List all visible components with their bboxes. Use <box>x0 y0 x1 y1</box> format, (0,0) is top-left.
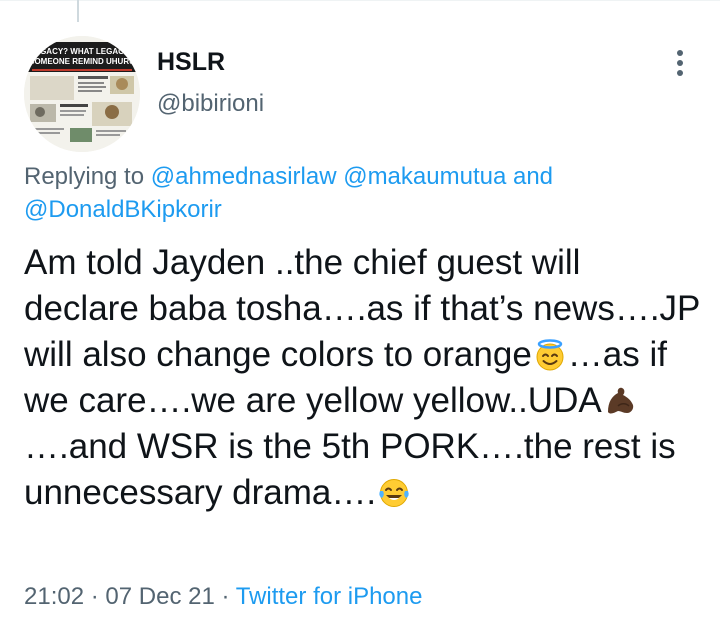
avatar-headline-1: LEGACY? WHAT LEGACY? <box>30 47 134 56</box>
face-with-tears-of-joy-icon <box>377 476 411 510</box>
mention-link[interactable]: @makaumutua <box>343 163 506 190</box>
replying-to: Replying to @ahmednasirlaw @makaumutua a… <box>24 160 694 226</box>
flexed-biceps-dark-skin-icon <box>603 384 637 418</box>
replying-to-label: Replying to <box>24 163 145 190</box>
mention-link[interactable]: @ahmednasirlaw <box>151 163 337 190</box>
tweet-source-link[interactable]: Twitter for iPhone <box>236 583 423 610</box>
top-divider <box>0 0 720 1</box>
tweet-text-part: ….and WSR is the 5th PORK….the rest is u… <box>24 427 676 512</box>
tweet-date[interactable]: 07 Dec 21 <box>105 583 214 610</box>
author-handle[interactable]: @bibirioni <box>157 90 264 118</box>
author-name[interactable]: HSLR <box>157 48 225 77</box>
avatar-headline-2: SOMEONE REMIND UHURU <box>29 57 135 66</box>
tweet-meta: 21:02 · 07 Dec 21 · Twitter for iPhone <box>24 583 422 611</box>
smiling-face-with-halo-icon <box>533 338 567 372</box>
more-options-button[interactable] <box>665 47 695 81</box>
mention-link[interactable]: @DonaldBKipkorir <box>24 196 222 223</box>
meta-separator: · <box>90 583 99 610</box>
meta-separator: · <box>221 583 230 610</box>
tweet-time[interactable]: 21:02 <box>24 583 84 610</box>
tweet-text: Am told Jayden ..the chief guest will de… <box>24 240 704 516</box>
avatar[interactable]: LEGACY? WHAT LEGACY? SOMEONE REMIND UHUR… <box>24 36 140 152</box>
thread-connector-line <box>77 0 79 22</box>
more-vertical-icon <box>677 50 683 76</box>
newspaper-collage-avatar-icon: LEGACY? WHAT LEGACY? SOMEONE REMIND UHUR… <box>24 36 140 152</box>
mention-conjunction[interactable]: and <box>513 163 553 190</box>
